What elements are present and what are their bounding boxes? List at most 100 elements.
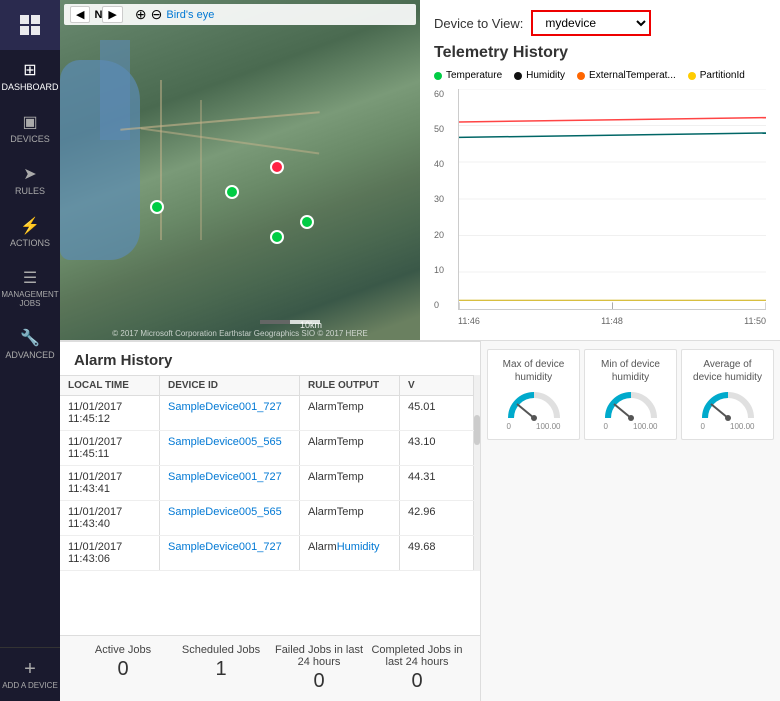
job-active-value: 0 bbox=[74, 658, 172, 681]
jobs-bar: Active Jobs 0 Scheduled Jobs 1 Failed Jo… bbox=[60, 635, 480, 701]
sidebar-item-devices[interactable]: ▣ DEVICES bbox=[0, 102, 60, 154]
alarm-device-4: SampleDevice001_727 bbox=[160, 536, 300, 570]
sidebar-item-devices-label: DEVICES bbox=[10, 134, 50, 144]
job-completed-label: Completed Jobs in last 24 hours bbox=[368, 644, 466, 668]
gauge-min-labels: 0 100.00 bbox=[604, 422, 658, 431]
humidity-widgets: Max of device humidity 0 100.00 bbox=[481, 341, 780, 448]
legend-external: ExternalTemperat... bbox=[577, 70, 676, 81]
telemetry-legend: Temperature Humidity ExternalTemperat...… bbox=[434, 70, 766, 81]
device-view-label: Device to View: bbox=[434, 16, 523, 31]
map-toolbar: ◀ N ▶ ⊕ ⊖ Bird's eye bbox=[64, 4, 416, 25]
alarm-table-container: LOCAL TIME DEVICE ID RULE OUTPUT V 11/01… bbox=[60, 375, 480, 571]
alarm-device-link-4[interactable]: SampleDevice001_727 bbox=[168, 541, 282, 553]
y-label-10: 10 bbox=[434, 265, 444, 275]
sidebar-item-management-jobs[interactable]: ☰ MANAGEMENT JOBS bbox=[0, 258, 60, 318]
map-background: 10km bbox=[60, 0, 420, 340]
map-north-label: N bbox=[94, 9, 102, 21]
alarm-header: LOCAL TIME DEVICE ID RULE OUTPUT V bbox=[60, 375, 474, 396]
y-label-0: 0 bbox=[434, 300, 444, 310]
map-birdeye-btn[interactable]: Bird's eye bbox=[166, 9, 214, 21]
y-label-20: 20 bbox=[434, 230, 444, 240]
map-pin-1 bbox=[150, 200, 164, 214]
gauge-avg-max: 100.00 bbox=[730, 422, 754, 431]
job-scheduled: Scheduled Jobs 1 bbox=[172, 644, 270, 693]
legend-dot-humidity bbox=[514, 72, 522, 80]
map-pin-4 bbox=[300, 215, 314, 229]
humidity-widget-avg: Average of device humidity 0 100.00 bbox=[681, 349, 774, 440]
alarm-time-4: 11/01/201711:43:06 bbox=[60, 536, 160, 570]
sidebar-item-actions-label: ACTIONS bbox=[10, 238, 50, 248]
sidebar-item-dashboard-label: DASHBOARD bbox=[1, 82, 58, 92]
legend-label-humidity: Humidity bbox=[526, 70, 565, 81]
legend-partition: PartitionId bbox=[688, 70, 745, 81]
y-label-40: 40 bbox=[434, 159, 444, 169]
device-select[interactable]: mydevice bbox=[531, 10, 651, 36]
y-axis-labels: 60 50 40 30 20 10 0 bbox=[434, 89, 444, 310]
alarm-device-0: SampleDevice001_727 bbox=[160, 396, 300, 430]
sidebar: ⊞ DASHBOARD ▣ DEVICES ➤ RULES ⚡ ACTIONS … bbox=[0, 0, 60, 701]
humidity-min-title: Min of device humidity bbox=[591, 358, 670, 384]
table-row: 11/01/201711:43:40 SampleDevice005_565 A… bbox=[60, 501, 474, 536]
job-active: Active Jobs 0 bbox=[74, 644, 172, 693]
sidebar-item-actions[interactable]: ⚡ ACTIONS bbox=[0, 206, 60, 258]
alarm-value-4: 49.68 bbox=[400, 536, 474, 570]
job-failed: Failed Jobs in last 24 hours 0 bbox=[270, 644, 368, 693]
gauge-avg-min: 0 bbox=[701, 422, 705, 431]
telemetry-panel: Device to View: mydevice Telemetry Histo… bbox=[420, 0, 780, 340]
alarm-rule-2: AlarmTemp bbox=[300, 466, 400, 500]
dashboard-icon: ⊞ bbox=[23, 60, 36, 80]
sidebar-logo bbox=[0, 0, 60, 50]
table-row: 11/01/201711:45:12 SampleDevice001_727 A… bbox=[60, 396, 474, 431]
alarm-device-link-1[interactable]: SampleDevice005_565 bbox=[168, 436, 282, 448]
alarm-rule-3: AlarmTemp bbox=[300, 501, 400, 535]
add-device-label: ADD A DEVICE bbox=[2, 681, 58, 691]
gauge-avg-labels: 0 100.00 bbox=[701, 422, 755, 431]
alarm-jobs-panel: Alarm History LOCAL TIME DEVICE ID RULE … bbox=[60, 340, 480, 701]
legend-temperature: Temperature bbox=[434, 70, 502, 81]
rules-icon: ➤ bbox=[23, 164, 36, 184]
dashboard-logo-icon bbox=[18, 13, 42, 37]
add-device-button[interactable]: + ADD A DEVICE bbox=[2, 658, 58, 691]
alarm-panel: Alarm History LOCAL TIME DEVICE ID RULE … bbox=[60, 341, 480, 635]
x-label-2: 11:48 bbox=[601, 316, 623, 326]
alarm-rule-0: AlarmTemp bbox=[300, 396, 400, 430]
sidebar-item-rules-label: RULES bbox=[15, 186, 45, 196]
alarm-device-3: SampleDevice005_565 bbox=[160, 501, 300, 535]
gauge-min-min: 0 bbox=[604, 422, 608, 431]
alarm-device-link-2[interactable]: SampleDevice001_727 bbox=[168, 471, 282, 483]
advanced-icon: 🔧 bbox=[20, 328, 40, 348]
gauge-min-max: 100.00 bbox=[633, 422, 657, 431]
chart-svg bbox=[458, 89, 766, 310]
job-completed-value: 0 bbox=[368, 670, 466, 693]
x-label-1: 11:46 bbox=[458, 316, 480, 326]
sidebar-item-rules[interactable]: ➤ RULES bbox=[0, 154, 60, 206]
zoom-out-icon[interactable]: ⊖ bbox=[151, 6, 163, 23]
table-row: 11/01/201711:43:41 SampleDevice001_727 A… bbox=[60, 466, 474, 501]
alarm-time-3: 11/01/201711:43:40 bbox=[60, 501, 160, 535]
legend-label-temp: Temperature bbox=[446, 70, 502, 81]
alarm-time-2: 11/01/201711:43:41 bbox=[60, 466, 160, 500]
chart-area: 60 50 40 30 20 10 0 bbox=[458, 89, 766, 310]
legend-label-partition: PartitionId bbox=[700, 70, 745, 81]
sidebar-item-advanced[interactable]: 🔧 ADVANCED bbox=[0, 318, 60, 370]
sidebar-item-advanced-label: ADVANCED bbox=[5, 350, 54, 360]
alarm-col-rule-header: RULE OUTPUT bbox=[300, 376, 400, 395]
gauge-max-labels: 0 100.00 bbox=[507, 422, 561, 431]
job-active-label: Active Jobs bbox=[74, 644, 172, 656]
alarm-device-link-0[interactable]: SampleDevice001_727 bbox=[168, 401, 282, 413]
humidity-avg-title: Average of device humidity bbox=[688, 358, 767, 384]
y-label-50: 50 bbox=[434, 124, 444, 134]
job-completed: Completed Jobs in last 24 hours 0 bbox=[368, 644, 466, 693]
gauge-max-min: 0 bbox=[507, 422, 511, 431]
humidity-max-title: Max of device humidity bbox=[494, 358, 573, 384]
alarm-value-0: 45.01 bbox=[400, 396, 474, 430]
alarm-value-3: 42.96 bbox=[400, 501, 474, 535]
map-container[interactable]: 10km ◀ N ▶ ⊕ ⊖ Bird's eye © 2017 Microso… bbox=[60, 0, 420, 340]
alarm-device-link-3[interactable]: SampleDevice005_565 bbox=[168, 506, 282, 518]
sidebar-item-dashboard[interactable]: ⊞ DASHBOARD bbox=[0, 50, 60, 102]
map-right-btn[interactable]: ▶ bbox=[102, 6, 122, 23]
telemetry-title: Telemetry History bbox=[434, 44, 766, 62]
zoom-in-icon[interactable]: ⊕ bbox=[135, 6, 147, 23]
map-left-btn[interactable]: ◀ bbox=[70, 6, 90, 23]
table-row: 11/01/201711:45:11 SampleDevice005_565 A… bbox=[60, 431, 474, 466]
